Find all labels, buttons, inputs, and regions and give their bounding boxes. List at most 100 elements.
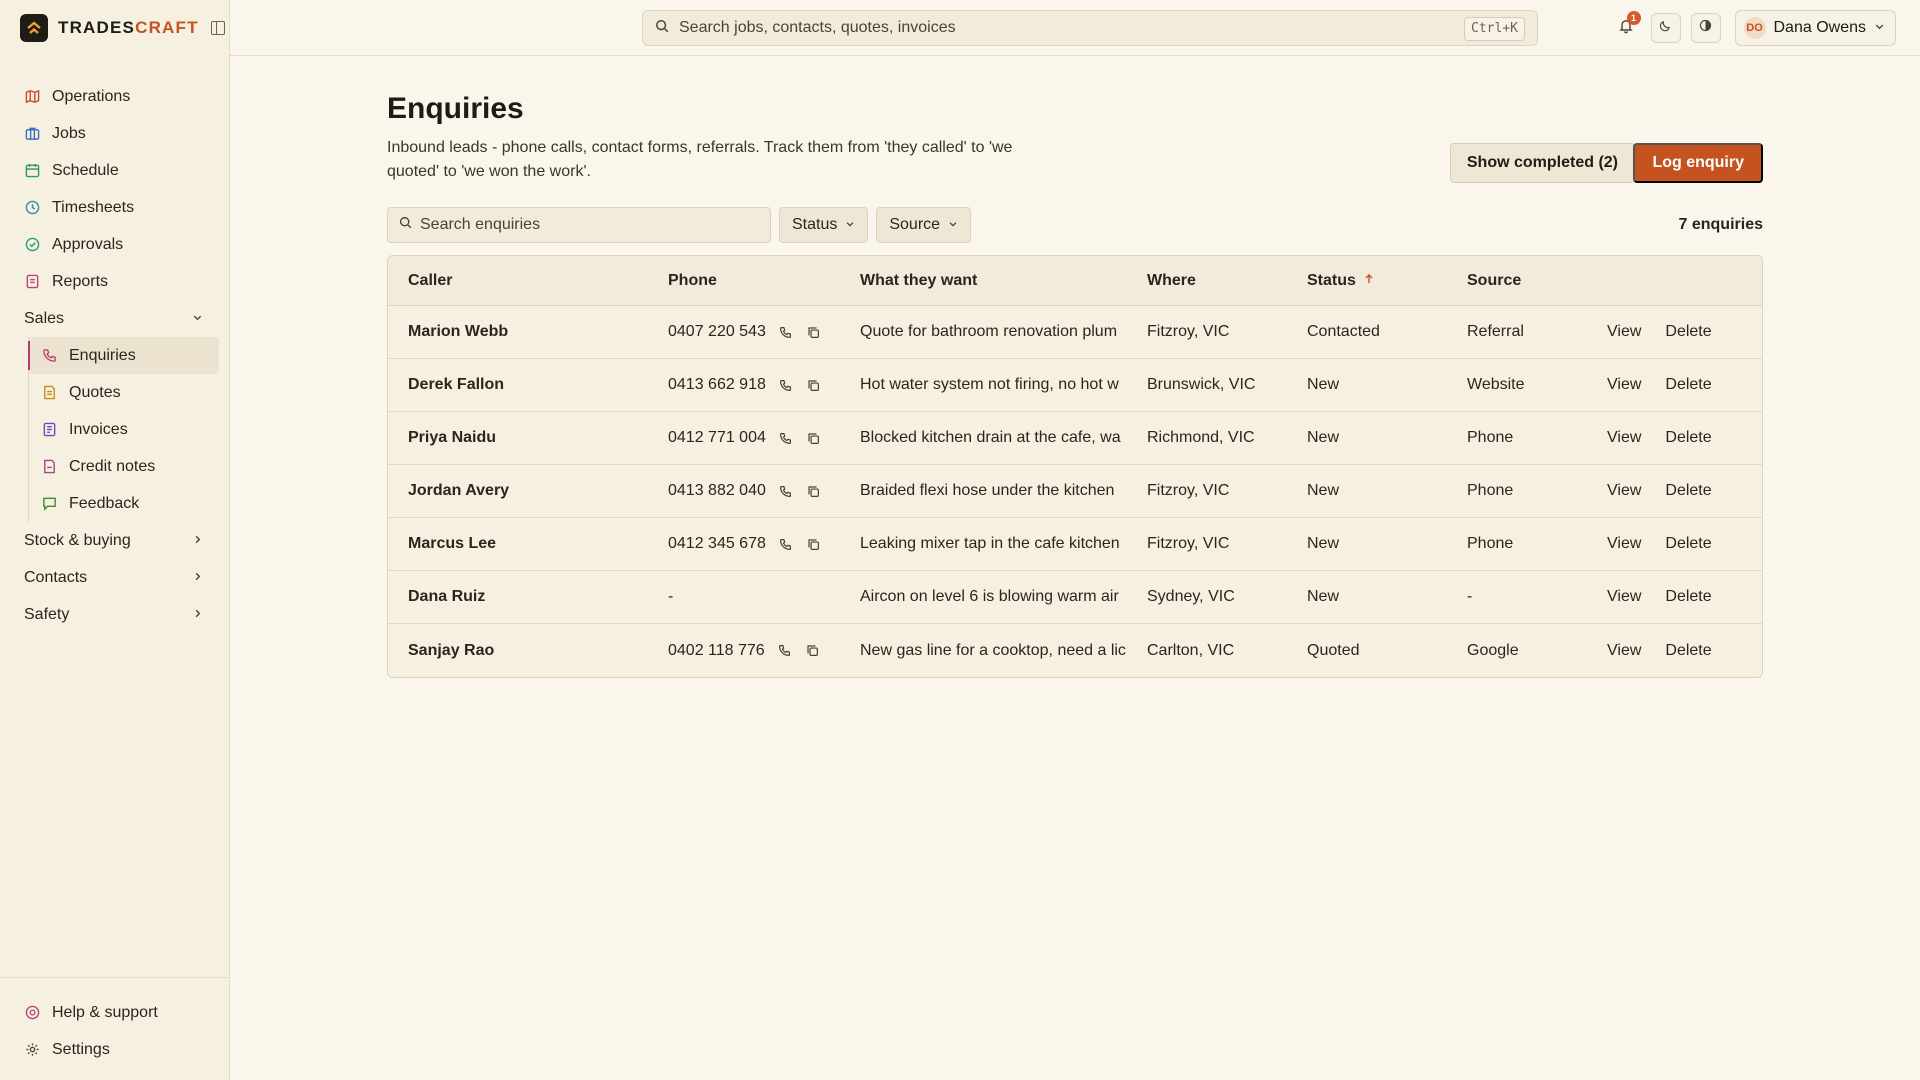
sidebar-group-sales[interactable]: Sales: [0, 300, 229, 337]
phone-cell: 0407 220 543: [668, 323, 860, 341]
table-row[interactable]: Sanjay Rao 0402 118 776 New gas line for…: [388, 624, 1762, 677]
sidebar-item-reports[interactable]: Reports: [0, 263, 229, 300]
enquiry-location: Carlton, VIC: [1147, 641, 1235, 659]
sidebar-item-timesheets[interactable]: Timesheets: [0, 189, 229, 226]
column-header-caller[interactable]: Caller: [388, 272, 668, 290]
delete-link[interactable]: Delete: [1665, 323, 1711, 341]
sidebar-item-label: Jobs: [52, 124, 86, 142]
call-icon[interactable]: [778, 430, 794, 446]
copy-icon[interactable]: [806, 536, 822, 552]
search-icon: [399, 216, 412, 234]
sidebar-item-jobs[interactable]: Jobs: [0, 115, 229, 152]
sidebar-group-label: Contacts: [24, 568, 88, 586]
enquiry-location: Sydney, VIC: [1147, 588, 1235, 605]
theme-toggle-button[interactable]: [1650, 13, 1681, 43]
copy-icon[interactable]: [805, 643, 821, 659]
column-header-where[interactable]: Where: [1147, 272, 1307, 290]
delete-link[interactable]: Delete: [1665, 588, 1711, 606]
view-link[interactable]: View: [1607, 429, 1641, 447]
copy-icon[interactable]: [806, 483, 822, 499]
table-row[interactable]: Marion Webb 0407 220 543 Quote for bathr…: [388, 306, 1762, 359]
shortcut-hint: Ctrl+K: [1464, 17, 1525, 41]
row-actions: View Delete: [1607, 323, 1712, 341]
sidebar-item-label: Quotes: [69, 383, 121, 401]
table-row[interactable]: Jordan Avery 0413 882 040 Braided flexi …: [388, 465, 1762, 518]
user-menu-button[interactable]: DO Dana Owens: [1734, 10, 1896, 46]
delete-link[interactable]: Delete: [1665, 429, 1711, 447]
view-link[interactable]: View: [1607, 535, 1641, 553]
view-link[interactable]: View: [1607, 642, 1641, 660]
sidebar-item-schedule[interactable]: Schedule: [0, 152, 229, 189]
message-icon: [41, 496, 57, 512]
clock-icon: [24, 200, 40, 216]
call-icon[interactable]: [777, 643, 793, 659]
table-row[interactable]: Priya Naidu 0412 771 004 Blocked kitchen…: [388, 412, 1762, 465]
sidebar-item-feedback[interactable]: Feedback: [29, 485, 219, 522]
table-row[interactable]: Derek Fallon 0413 662 918 Hot water syst…: [388, 359, 1762, 412]
sidebar-item-help[interactable]: Help & support: [0, 994, 229, 1031]
table-row[interactable]: Dana Ruiz - Aircon on level 6 is blowing…: [388, 571, 1762, 624]
sidebar-item-operations[interactable]: Operations: [0, 78, 229, 115]
sidebar-group-safety[interactable]: Safety: [0, 596, 229, 633]
show-completed-button[interactable]: Show completed (2): [1449, 143, 1635, 183]
status-badge: New: [1307, 429, 1340, 446]
column-header-want[interactable]: What they want: [860, 272, 1147, 290]
caller-name: Marcus Lee: [408, 535, 497, 552]
phone-number: 0402 118 776: [668, 641, 765, 659]
status-filter-dropdown[interactable]: Status: [779, 207, 869, 243]
copy-icon[interactable]: [806, 324, 822, 340]
delete-link[interactable]: Delete: [1665, 482, 1711, 500]
row-actions: View Delete: [1607, 429, 1712, 447]
sidebar-group-contacts[interactable]: Contacts: [0, 559, 229, 596]
table-header: Caller Phone What they want Where Status…: [388, 256, 1762, 306]
call-icon[interactable]: [778, 536, 794, 552]
call-icon[interactable]: [778, 324, 794, 340]
chevron-down-icon: [845, 216, 855, 234]
sidebar-collapse-icon[interactable]: [210, 21, 225, 35]
sidebar-item-settings[interactable]: Settings: [0, 1031, 229, 1068]
table-row[interactable]: Marcus Lee 0412 345 678 Leaking mixer ta…: [388, 518, 1762, 571]
enquiry-summary: Quote for bathroom renovation plum: [860, 323, 1118, 340]
view-link[interactable]: View: [1607, 588, 1641, 606]
status-badge: New: [1307, 588, 1340, 605]
view-link[interactable]: View: [1607, 376, 1641, 394]
sidebar-item-label: Invoices: [69, 420, 128, 438]
sidebar-group-stock[interactable]: Stock & buying: [0, 522, 229, 559]
chevron-down-icon: [1874, 19, 1885, 37]
view-link[interactable]: View: [1607, 323, 1641, 341]
source-filter-dropdown[interactable]: Source: [876, 207, 972, 243]
sidebar-item-approvals[interactable]: Approvals: [0, 226, 229, 263]
delete-link[interactable]: Delete: [1665, 376, 1711, 394]
column-header-status[interactable]: Status: [1307, 272, 1467, 290]
column-header-source[interactable]: Source: [1467, 272, 1607, 290]
row-actions: View Delete: [1607, 642, 1712, 660]
phone-number: 0413 662 918: [668, 376, 766, 393]
help-icon: [24, 1005, 40, 1021]
call-icon[interactable]: [778, 377, 794, 393]
view-link[interactable]: View: [1607, 482, 1641, 500]
sidebar-group-label: Stock & buying: [24, 531, 131, 549]
sidebar-item-enquiries[interactable]: Enquiries: [28, 337, 219, 374]
sidebar-item-credit-notes[interactable]: Credit notes: [29, 448, 219, 485]
enquiry-source: Phone: [1467, 429, 1514, 446]
enquiry-source: Google: [1467, 641, 1519, 659]
global-search-input[interactable]: Search jobs, contacts, quotes, invoices …: [642, 10, 1538, 46]
phone-number: -: [668, 588, 674, 605]
copy-icon[interactable]: [806, 430, 822, 446]
chevron-down-icon: [948, 216, 958, 234]
enquiry-source: Referral: [1467, 323, 1524, 340]
sidebar-item-invoices[interactable]: Invoices: [29, 411, 219, 448]
delete-link[interactable]: Delete: [1665, 535, 1711, 553]
copy-icon[interactable]: [806, 377, 822, 393]
enquiry-location: Brunswick, VIC: [1147, 376, 1256, 393]
contrast-toggle-button[interactable]: [1690, 13, 1721, 43]
enquiry-summary: Hot water system not firing, no hot w: [860, 376, 1119, 393]
notifications-button[interactable]: 1: [1611, 11, 1641, 43]
sidebar-item-quotes[interactable]: Quotes: [29, 374, 219, 411]
delete-link[interactable]: Delete: [1665, 642, 1711, 660]
enquiry-search-input[interactable]: Search enquiries: [387, 207, 771, 243]
log-enquiry-button[interactable]: Log enquiry: [1633, 143, 1763, 183]
phone-cell: 0413 662 918: [668, 376, 860, 394]
call-icon[interactable]: [778, 483, 794, 499]
column-header-phone[interactable]: Phone: [668, 272, 860, 290]
